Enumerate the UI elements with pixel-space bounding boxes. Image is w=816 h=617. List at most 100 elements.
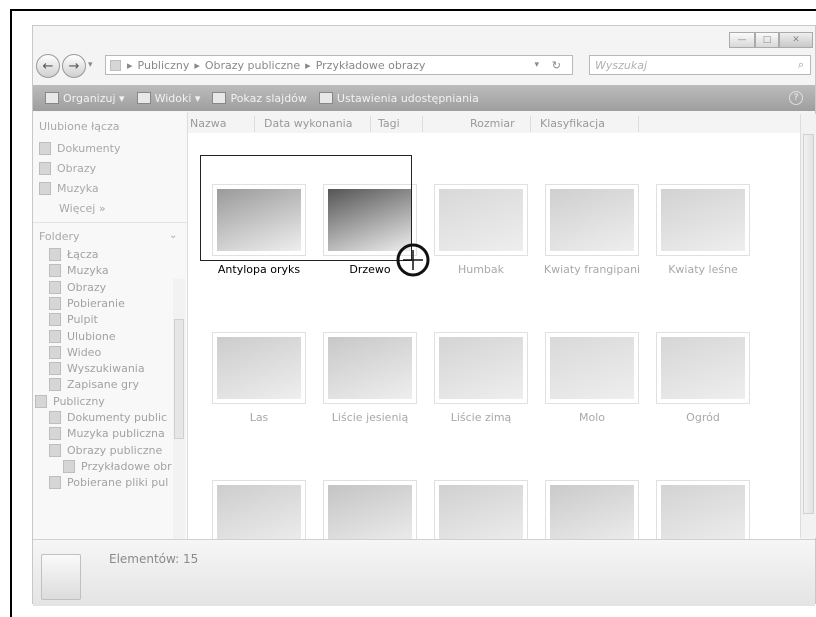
image-thumbnail[interactable] — [434, 480, 528, 539]
recent-pages-dropdown[interactable]: ▾ — [88, 60, 93, 70]
content-scrollbar[interactable] — [800, 114, 816, 538]
folder-tree-label: Wyszukiwania — [67, 362, 145, 376]
folder-tree-label: Muzyka — [67, 264, 109, 278]
folder-icon — [49, 313, 61, 327]
image-label[interactable]: Liście zimą — [426, 411, 536, 424]
crosshair-cursor-icon — [396, 243, 430, 277]
help-icon[interactable]: ? — [789, 91, 803, 105]
image-label[interactable]: Las — [204, 411, 314, 424]
divider — [422, 116, 423, 132]
slideshow-icon — [212, 92, 227, 104]
folder-tree-label: Pulpit — [67, 313, 98, 327]
breadcrumb-przykladowe-obrazy[interactable]: Przykładowe obrazy — [316, 59, 426, 72]
refresh-icon[interactable]: ↻ — [552, 59, 561, 72]
image-label[interactable]: Antylopa oryks — [204, 263, 314, 276]
folder-icon — [49, 427, 61, 441]
column-rating[interactable]: Klasyfikacja — [540, 117, 605, 130]
forward-button[interactable]: → — [62, 54, 86, 78]
folder-tree-scrollbar[interactable] — [173, 279, 185, 539]
folder-tree-item[interactable]: Muzyka — [49, 264, 109, 278]
documents-icon — [39, 142, 51, 155]
folder-icon — [35, 394, 47, 408]
favorite-label: Obrazy — [57, 162, 97, 175]
organize-label: Organizuj — [63, 91, 116, 105]
folder-tree-item[interactable]: Przykładowe obr — [63, 459, 172, 473]
folder-tree-item[interactable]: Obrazy — [49, 280, 106, 294]
folder-tree-item[interactable]: Łącza — [49, 248, 99, 261]
image-label[interactable]: Ogród — [648, 411, 758, 424]
organize-button[interactable]: Organizuj ▾ — [45, 92, 125, 105]
image-thumbnail[interactable] — [656, 184, 750, 256]
folder-tree-item[interactable]: Pobierane pliki pul — [49, 476, 169, 490]
thumbnail-image — [550, 337, 634, 399]
favorite-obrazy[interactable]: Obrazy — [39, 162, 96, 175]
search-input[interactable]: Wyszukaj ⌕ — [589, 55, 811, 75]
item-count: Elementów: 15 — [109, 552, 199, 566]
image-thumbnail[interactable] — [656, 332, 750, 404]
folder-tree-item[interactable]: Obrazy publiczne — [49, 443, 163, 457]
column-name[interactable]: Nazwa — [190, 117, 226, 130]
folder-icon — [49, 329, 61, 343]
image-thumbnail[interactable] — [434, 184, 528, 256]
folder-tree-label: Obrazy publiczne — [67, 443, 163, 457]
image-thumbnail[interactable] — [323, 332, 417, 404]
crumb-separator-icon: ▸ — [305, 58, 311, 72]
folder-tree-label: Pobierane pliki pul — [67, 476, 169, 490]
content-scroll-thumb[interactable] — [803, 134, 814, 514]
back-button[interactable]: ← — [36, 54, 60, 78]
folder-tree-label: Ulubione — [67, 329, 116, 343]
folder-tree-item[interactable]: Wideo — [49, 345, 101, 359]
image-thumbnail[interactable] — [545, 480, 639, 539]
image-label[interactable]: Kwiaty leśne — [648, 263, 758, 276]
thumbnail-image — [439, 189, 523, 251]
details-pane: Elementów: 15 — [33, 539, 815, 606]
folder-tree-item[interactable]: Pulpit — [49, 313, 98, 327]
column-date-taken[interactable]: Data wykonania — [264, 117, 352, 130]
column-size[interactable]: Rozmiar — [470, 117, 515, 130]
more-favorites-link[interactable]: Więcej » — [59, 202, 106, 215]
search-icon[interactable]: ⌕ — [798, 58, 804, 72]
pictures-icon — [39, 162, 51, 175]
image-label[interactable]: Kwiaty frangipani — [537, 263, 647, 276]
close-button[interactable]: ✕ — [779, 32, 813, 48]
folder-tree-item[interactable]: Zapisane gry — [49, 378, 139, 392]
image-thumbnail[interactable] — [323, 480, 417, 539]
folder-tree-label: Dokumenty public — [67, 411, 168, 424]
minimize-button[interactable]: — — [729, 32, 755, 48]
image-thumbnail[interactable] — [545, 184, 639, 256]
folder-icon — [49, 476, 61, 490]
folder-tree-scroll-thumb[interactable] — [174, 319, 184, 439]
folder-tree-item[interactable]: Ulubione — [49, 329, 116, 343]
views-button[interactable]: Widoki ▾ — [136, 92, 200, 105]
folder-tree-item[interactable]: Wyszukiwania — [49, 362, 145, 376]
slideshow-button[interactable]: Pokaz slajdów — [212, 92, 307, 105]
folders-header[interactable]: Foldery — [39, 230, 80, 243]
favorite-label: Muzyka — [57, 182, 99, 195]
address-field[interactable]: ▸ Publiczny ▸ Obrazy publiczne ▸ Przykła… — [105, 55, 573, 75]
chevron-down-icon[interactable]: ⌄ — [169, 230, 177, 241]
folder-tree-item[interactable]: Muzyka publiczna — [49, 427, 165, 441]
maximize-button[interactable]: □ — [755, 32, 779, 48]
breadcrumb-obrazy-publiczne[interactable]: Obrazy publiczne — [205, 59, 300, 72]
breadcrumb-publiczny[interactable]: Publiczny — [138, 59, 190, 72]
folder-tree-item[interactable]: Dokumenty public — [49, 411, 167, 424]
column-tags[interactable]: Tagi — [378, 117, 400, 130]
folder-tree-item[interactable]: Pobieranie — [49, 296, 125, 310]
image-thumbnail[interactable] — [656, 480, 750, 539]
navigation-pane: Ulubione łącza Dokumenty Obrazy Muzyka W… — [33, 112, 188, 539]
image-thumbnail[interactable] — [434, 332, 528, 404]
address-dropdown-icon[interactable]: ▾ — [534, 60, 539, 70]
favorite-label: Dokumenty — [57, 142, 121, 155]
image-label[interactable]: Humbak — [426, 263, 536, 276]
image-thumbnail[interactable] — [212, 480, 306, 539]
folder-tree-item[interactable]: Publiczny — [35, 394, 105, 408]
image-thumbnail[interactable] — [212, 332, 306, 404]
favorite-muzyka[interactable]: Muzyka — [39, 182, 99, 195]
selection-rectangle — [200, 155, 412, 261]
favorite-dokumenty[interactable]: Dokumenty — [39, 142, 120, 155]
sharing-settings-button[interactable]: Ustawienia udostępniania — [318, 92, 479, 105]
image-label[interactable]: Molo — [537, 411, 647, 424]
forward-arrow-icon: → — [68, 58, 80, 74]
image-thumbnail[interactable] — [545, 332, 639, 404]
image-label[interactable]: Liście jesienią — [315, 411, 425, 424]
